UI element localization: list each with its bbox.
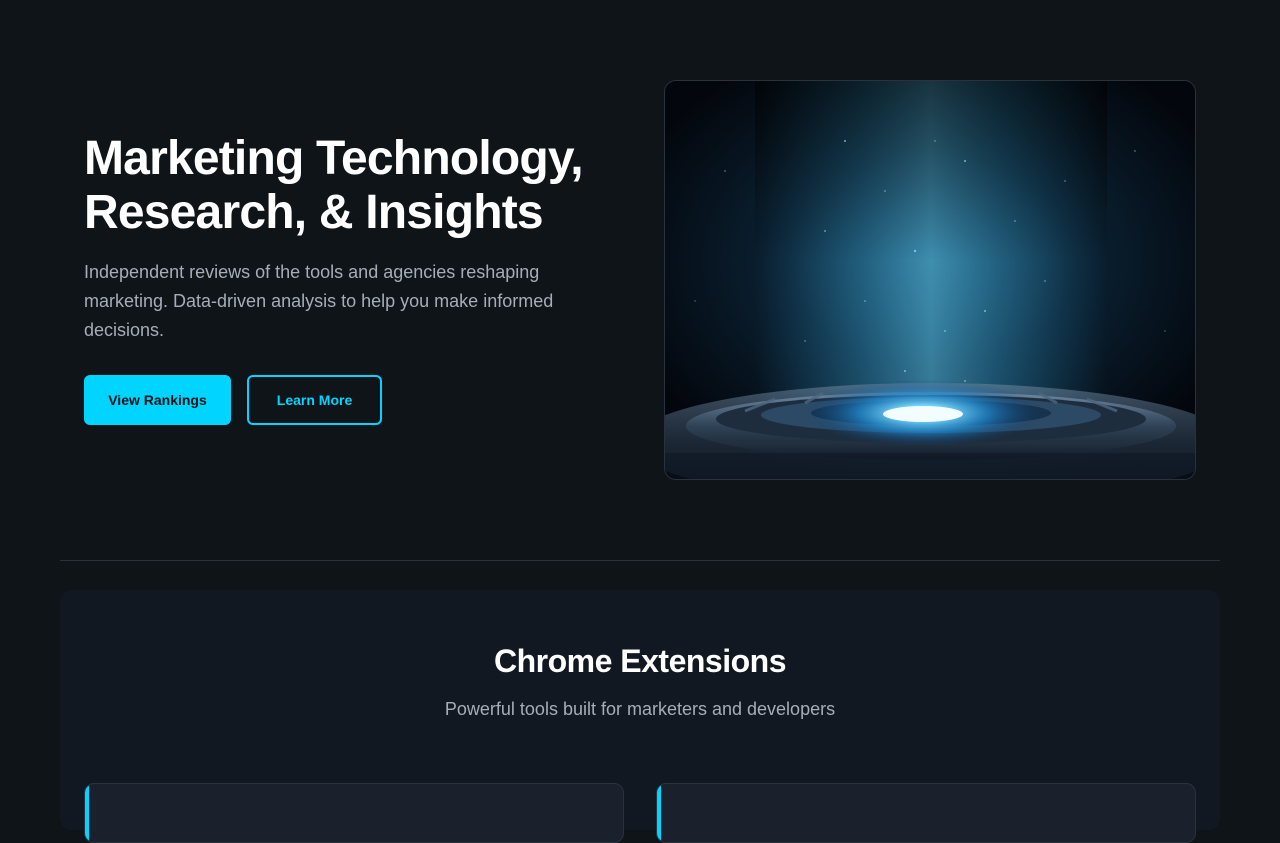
extension-card[interactable] — [84, 783, 624, 843]
extensions-title: Chrome Extensions — [493, 643, 787, 679]
hero-title: Marketing Technology, Research, & Insigh… — [84, 132, 624, 240]
hero-image — [664, 80, 1196, 480]
hero-title-line-1: Marketing Technology, — [84, 132, 584, 185]
section-divider — [60, 560, 1220, 561]
chrome-extensions-section: Chrome Extensions Powerful tools built f… — [60, 590, 1220, 843]
hero-subtitle: Independent reviews of the tools and age… — [84, 262, 554, 340]
extension-card[interactable] — [656, 783, 1196, 843]
hero-title-line-2: Research, & Insights — [84, 186, 544, 239]
extensions-subtitle: Powerful tools built for marketers and d… — [444, 699, 836, 719]
hero-section: Marketing Technology, Research, & Insigh… — [0, 0, 1280, 560]
card-accent-bar — [657, 784, 661, 842]
card-accent-bar — [85, 784, 89, 842]
hero-text-block: Marketing Technology, Research, & Insigh… — [84, 132, 624, 345]
energy-beam-illustration — [665, 81, 1195, 479]
view-rankings-button[interactable]: View Rankings — [84, 375, 231, 425]
learn-more-button[interactable]: Learn More — [247, 375, 382, 425]
hero-button-group: View Rankings Learn More — [84, 375, 382, 425]
